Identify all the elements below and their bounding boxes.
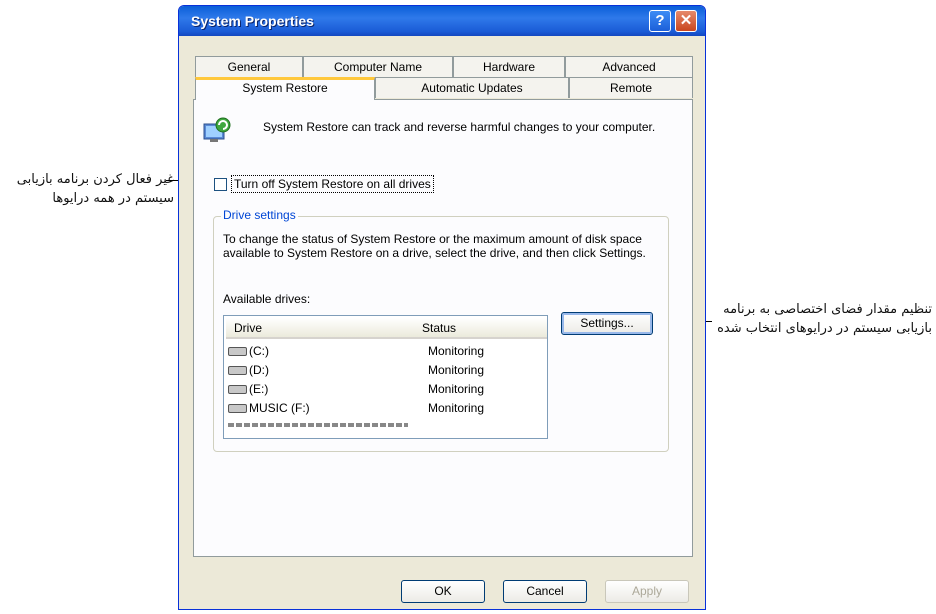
tab-hardware[interactable]: Hardware — [453, 56, 565, 77]
table-row[interactable]: (E:) Monitoring — [228, 382, 484, 396]
table-row[interactable]: (D:) Monitoring — [228, 363, 484, 377]
column-drive[interactable]: Drive — [226, 318, 410, 339]
column-status[interactable]: Status — [410, 318, 547, 339]
system-properties-window: System Properties ? ✕ General Computer N… — [178, 5, 706, 610]
drive-icon — [228, 385, 247, 395]
turn-off-restore-checkbox[interactable] — [214, 178, 227, 191]
settings-button[interactable]: Settings... — [561, 312, 653, 335]
close-button[interactable]: ✕ — [675, 10, 697, 32]
ok-button[interactable]: OK — [401, 580, 485, 603]
drive-icon — [228, 347, 247, 357]
help-button[interactable]: ? — [649, 10, 671, 32]
tab-computer-name[interactable]: Computer Name — [303, 56, 453, 77]
tab-advanced[interactable]: Advanced — [565, 56, 693, 77]
drives-list[interactable]: Drive Status (C:) Monitoring (D:) Monito… — [223, 315, 548, 439]
description-text: System Restore can track and reverse har… — [263, 120, 656, 134]
table-row[interactable]: MUSIC (F:) Monitoring — [228, 401, 484, 415]
drive-icon — [228, 366, 247, 376]
drive-settings-text: To change the status of System Restore o… — [223, 232, 646, 260]
window-title: System Properties — [191, 13, 314, 29]
tab-system-restore[interactable]: System Restore — [195, 77, 375, 100]
drive-settings-label: Drive settings — [221, 208, 298, 222]
title-bar[interactable]: System Properties ? ✕ — [179, 6, 705, 36]
table-row[interactable]: (C:) Monitoring — [228, 344, 484, 358]
tab-general[interactable]: General — [195, 56, 303, 77]
annotation-settings: تنظیم مقدار فضای اختصاصی به برنامه بازیا… — [717, 302, 932, 336]
turn-off-restore-label[interactable]: Turn off System Restore on all drives — [231, 175, 434, 193]
tab-automatic-updates[interactable]: Automatic Updates — [375, 77, 569, 98]
tab-remote[interactable]: Remote — [569, 77, 693, 98]
partial-row — [228, 423, 408, 427]
available-drives-label: Available drives: — [223, 292, 311, 306]
annotation-turn-off-restore: غیر فعال کردن برنامه بازیابی سیستم در هم… — [16, 172, 174, 206]
apply-button[interactable]: Apply — [605, 580, 689, 603]
cancel-button[interactable]: Cancel — [503, 580, 587, 603]
system-restore-icon — [203, 117, 231, 142]
drive-icon — [228, 404, 247, 414]
